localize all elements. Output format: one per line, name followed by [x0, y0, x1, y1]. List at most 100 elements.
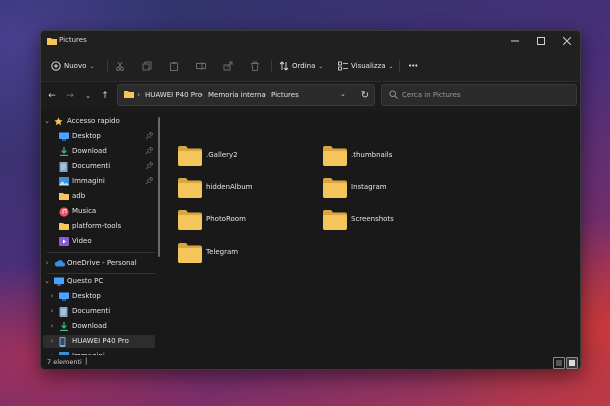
documents-icon	[59, 307, 68, 319]
command-bar: Nuovo ⌄ Ordina ⌄ Visualizza ⌄ •••	[41, 51, 580, 82]
breadcrumb-storage[interactable]: Memoria interna	[208, 91, 266, 99]
delete-icon[interactable]	[248, 59, 262, 73]
chevron-right-icon[interactable]: ›	[48, 337, 56, 345]
toolbar-divider	[107, 60, 108, 72]
recent-locations-button[interactable]: ⌄	[82, 90, 94, 102]
chevron-right-icon[interactable]: ›	[48, 307, 56, 315]
sidebar-item-pc-download[interactable]: › Download	[41, 320, 159, 333]
chevron-down-icon[interactable]: ⌄	[43, 117, 51, 125]
sidebar-item-quick-access[interactable]: ⌄ Accesso rapido	[41, 115, 159, 128]
folder-name: hiddenAlbum	[206, 183, 253, 191]
pin-icon: 📌︎	[145, 162, 154, 170]
chevron-down-icon: ⌄	[388, 62, 394, 70]
sidebar-item-desktop[interactable]: Desktop 📌︎	[41, 130, 159, 143]
folder-icon	[323, 178, 347, 198]
rename-icon[interactable]	[194, 59, 208, 73]
refresh-button[interactable]: ↻	[359, 89, 371, 101]
window-title: Pictures	[59, 36, 87, 44]
sort-button[interactable]: Ordina ⌄	[279, 57, 323, 75]
breadcrumb-device[interactable]: HUAWEI P40 Pro	[145, 91, 202, 99]
search-box[interactable]: Cerca in Pictures	[381, 84, 577, 106]
sort-label: Ordina	[292, 62, 316, 70]
share-icon[interactable]	[221, 59, 235, 73]
folder-item[interactable]: Instagram	[322, 177, 452, 201]
back-button[interactable]: ←	[46, 90, 58, 102]
breadcrumb-current[interactable]: Pictures	[271, 91, 299, 99]
cloud-icon	[54, 259, 65, 269]
pin-icon: 📌︎	[145, 132, 154, 140]
address-input[interactable]: › HUAWEI P40 Pro › Memoria interna › Pic…	[117, 84, 375, 106]
music-icon	[59, 207, 69, 219]
sidebar-item-pc-desktop[interactable]: › Desktop	[41, 290, 159, 303]
folder-icon	[178, 210, 202, 230]
more-button[interactable]: •••	[408, 57, 418, 75]
search-input[interactable]: Cerca in Pictures	[402, 91, 461, 99]
new-button[interactable]: Nuovo ⌄	[51, 57, 94, 75]
sidebar-item-documents[interactable]: Documenti 📌︎	[41, 160, 159, 173]
sidebar-label: Download	[72, 322, 107, 330]
sidebar-label: Video	[72, 237, 92, 245]
minimize-button[interactable]	[502, 31, 528, 51]
sidebar-item-this-pc[interactable]: ⌄ Questo PC	[41, 275, 159, 288]
cut-icon[interactable]	[113, 59, 127, 73]
sidebar-divider	[47, 252, 155, 253]
toolbar-divider	[399, 60, 400, 72]
chevron-right-icon[interactable]: ›	[48, 322, 56, 330]
folder-item[interactable]: .Gallery2	[177, 145, 307, 169]
sidebar-item-pc-documents[interactable]: › Documenti	[41, 305, 159, 318]
sidebar-item-pictures[interactable]: Immagini 📌︎	[41, 175, 159, 188]
star-icon	[54, 117, 63, 128]
pictures-icon	[59, 177, 69, 188]
title-bar[interactable]: Pictures	[41, 31, 580, 51]
sidebar-item-onedrive[interactable]: › OneDrive - Personal	[41, 257, 159, 270]
chevron-down-icon[interactable]: ⌄	[340, 90, 346, 98]
folder-name: PhotoRoom	[206, 215, 246, 223]
details-view-button[interactable]	[553, 357, 565, 369]
maximize-button[interactable]	[528, 31, 554, 51]
sidebar-item-huawei-p40-pro[interactable]: › HUAWEI P40 Pro	[43, 335, 155, 348]
item-count: 7 elementi	[47, 358, 82, 366]
sidebar-item-music[interactable]: Musica	[41, 205, 159, 218]
folder-item[interactable]: PhotoRoom	[177, 209, 307, 233]
chevron-right-icon[interactable]: ›	[43, 259, 51, 267]
sidebar-item-video[interactable]: Video	[41, 235, 159, 248]
desktop-icon	[59, 292, 69, 303]
sidebar-label: platform-tools	[72, 222, 122, 230]
sidebar-scrollbar[interactable]	[158, 117, 160, 257]
file-list: .Gallery2 .thumbnails hiddenAlbum Instag…	[164, 111, 580, 355]
large-icons-view-button[interactable]	[566, 357, 578, 369]
sidebar-label: adb	[72, 192, 86, 200]
copy-icon[interactable]	[140, 59, 154, 73]
close-button[interactable]	[554, 31, 580, 51]
forward-button[interactable]: →	[64, 90, 76, 102]
folder-icon	[323, 210, 347, 230]
paste-icon[interactable]	[167, 59, 181, 73]
chevron-right-icon[interactable]: ›	[48, 292, 56, 300]
sidebar-label: OneDrive - Personal	[67, 259, 137, 267]
address-bar-row: ← → ⌄ ↑ › HUAWEI P40 Pro › Memoria inter…	[41, 82, 580, 110]
sidebar-item-adb[interactable]: adb	[41, 190, 159, 203]
chevron-right-icon: ›	[137, 90, 141, 99]
folder-name: Telegram	[206, 248, 239, 256]
sidebar-item-platform-tools[interactable]: platform-tools	[41, 220, 159, 233]
chevron-down-icon: ⌄	[318, 62, 324, 70]
chevron-right-icon: ›	[263, 90, 267, 99]
up-button[interactable]: ↑	[99, 90, 111, 102]
status-bar: 7 elementi |	[41, 355, 580, 369]
toolbar-divider	[271, 60, 272, 72]
sidebar-item-download[interactable]: Download 📌︎	[41, 145, 159, 158]
folder-name: Screenshots	[351, 215, 394, 223]
download-icon	[59, 147, 69, 158]
sidebar-label: Desktop	[72, 132, 101, 140]
folder-item[interactable]: Screenshots	[322, 209, 452, 233]
folder-item[interactable]: .thumbnails	[322, 145, 452, 169]
folder-item[interactable]: hiddenAlbum	[177, 177, 307, 201]
view-icon	[338, 61, 348, 71]
computer-icon	[54, 277, 64, 288]
sidebar-label: Musica	[72, 207, 97, 215]
chevron-down-icon[interactable]: ⌄	[43, 277, 51, 285]
sidebar-label: Desktop	[72, 292, 101, 300]
sort-icon	[279, 61, 289, 71]
folder-item[interactable]: Telegram	[177, 242, 307, 266]
view-button[interactable]: Visualizza ⌄	[338, 57, 394, 75]
